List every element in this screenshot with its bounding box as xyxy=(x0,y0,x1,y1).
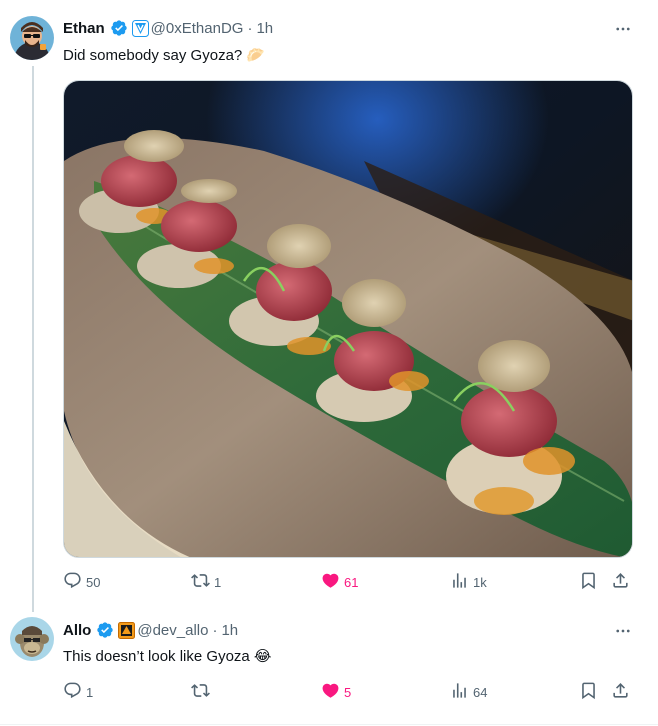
like-count: 61 xyxy=(344,574,359,590)
views-chart-icon xyxy=(450,571,469,593)
verified-icon xyxy=(110,19,128,37)
separator-dot: · xyxy=(212,621,218,639)
repost-button[interactable]: 1 xyxy=(191,571,221,593)
bookmark-icon xyxy=(579,681,598,703)
heart-filled-icon xyxy=(321,571,340,593)
heart-filled-icon xyxy=(321,681,340,703)
tweet-header: Allo @dev_allo · 1h xyxy=(63,620,238,640)
tweet-actions-bar: 1 5 64 xyxy=(63,681,633,703)
more-options-icon[interactable] xyxy=(612,18,634,40)
bookmark-button[interactable] xyxy=(579,571,598,593)
views-button[interactable]: 64 xyxy=(450,681,487,703)
reply-icon xyxy=(63,571,82,593)
author-handle[interactable]: @dev_allo xyxy=(137,622,208,639)
share-icon xyxy=(611,571,630,593)
repost-icon xyxy=(191,571,210,593)
reply-count: 1 xyxy=(86,684,94,700)
tweet-actions-bar: 50 1 61 1k xyxy=(63,571,633,593)
share-icon xyxy=(611,681,630,703)
more-options-icon[interactable] xyxy=(612,620,634,642)
reply-button[interactable]: 50 xyxy=(63,571,100,593)
reply-count: 50 xyxy=(86,574,101,590)
tweet-header: Ethan @0xEthanDG · 1h xyxy=(63,18,273,38)
affiliate-shield-badge-icon[interactable] xyxy=(131,19,149,37)
tweet-text: This doesn’t look like Gyoza 😂 xyxy=(63,648,272,665)
repost-count: 1 xyxy=(214,574,222,590)
affiliate-orange-badge-icon[interactable] xyxy=(118,621,136,639)
like-button[interactable]: 61 xyxy=(321,571,358,593)
divider xyxy=(0,724,658,725)
tweet-timestamp[interactable]: 1h xyxy=(256,20,273,37)
repost-button[interactable] xyxy=(191,681,214,703)
views-count: 64 xyxy=(473,684,488,700)
separator-dot: · xyxy=(247,19,253,37)
share-button[interactable] xyxy=(611,571,630,593)
avatar-ethan[interactable] xyxy=(10,16,54,60)
repost-icon xyxy=(191,681,210,703)
reply-icon xyxy=(63,681,82,703)
verified-icon xyxy=(96,621,114,639)
tweet-text: Did somebody say Gyoza? 🥟 xyxy=(63,47,266,64)
views-count: 1k xyxy=(473,574,487,590)
share-button[interactable] xyxy=(611,681,630,703)
author-name[interactable]: Allo xyxy=(63,622,91,639)
bookmark-button[interactable] xyxy=(579,681,598,703)
views-button[interactable]: 1k xyxy=(450,571,487,593)
views-chart-icon xyxy=(450,681,469,703)
avatar-allo[interactable] xyxy=(10,617,54,661)
tweet-timestamp[interactable]: 1h xyxy=(221,622,238,639)
author-name[interactable]: Ethan xyxy=(63,20,105,37)
reply-button[interactable]: 1 xyxy=(63,681,93,703)
tweet-photo[interactable] xyxy=(63,80,633,558)
author-handle[interactable]: @0xEthanDG xyxy=(151,20,244,37)
like-button[interactable]: 5 xyxy=(321,681,351,703)
bookmark-icon xyxy=(579,571,598,593)
like-count: 5 xyxy=(344,684,352,700)
